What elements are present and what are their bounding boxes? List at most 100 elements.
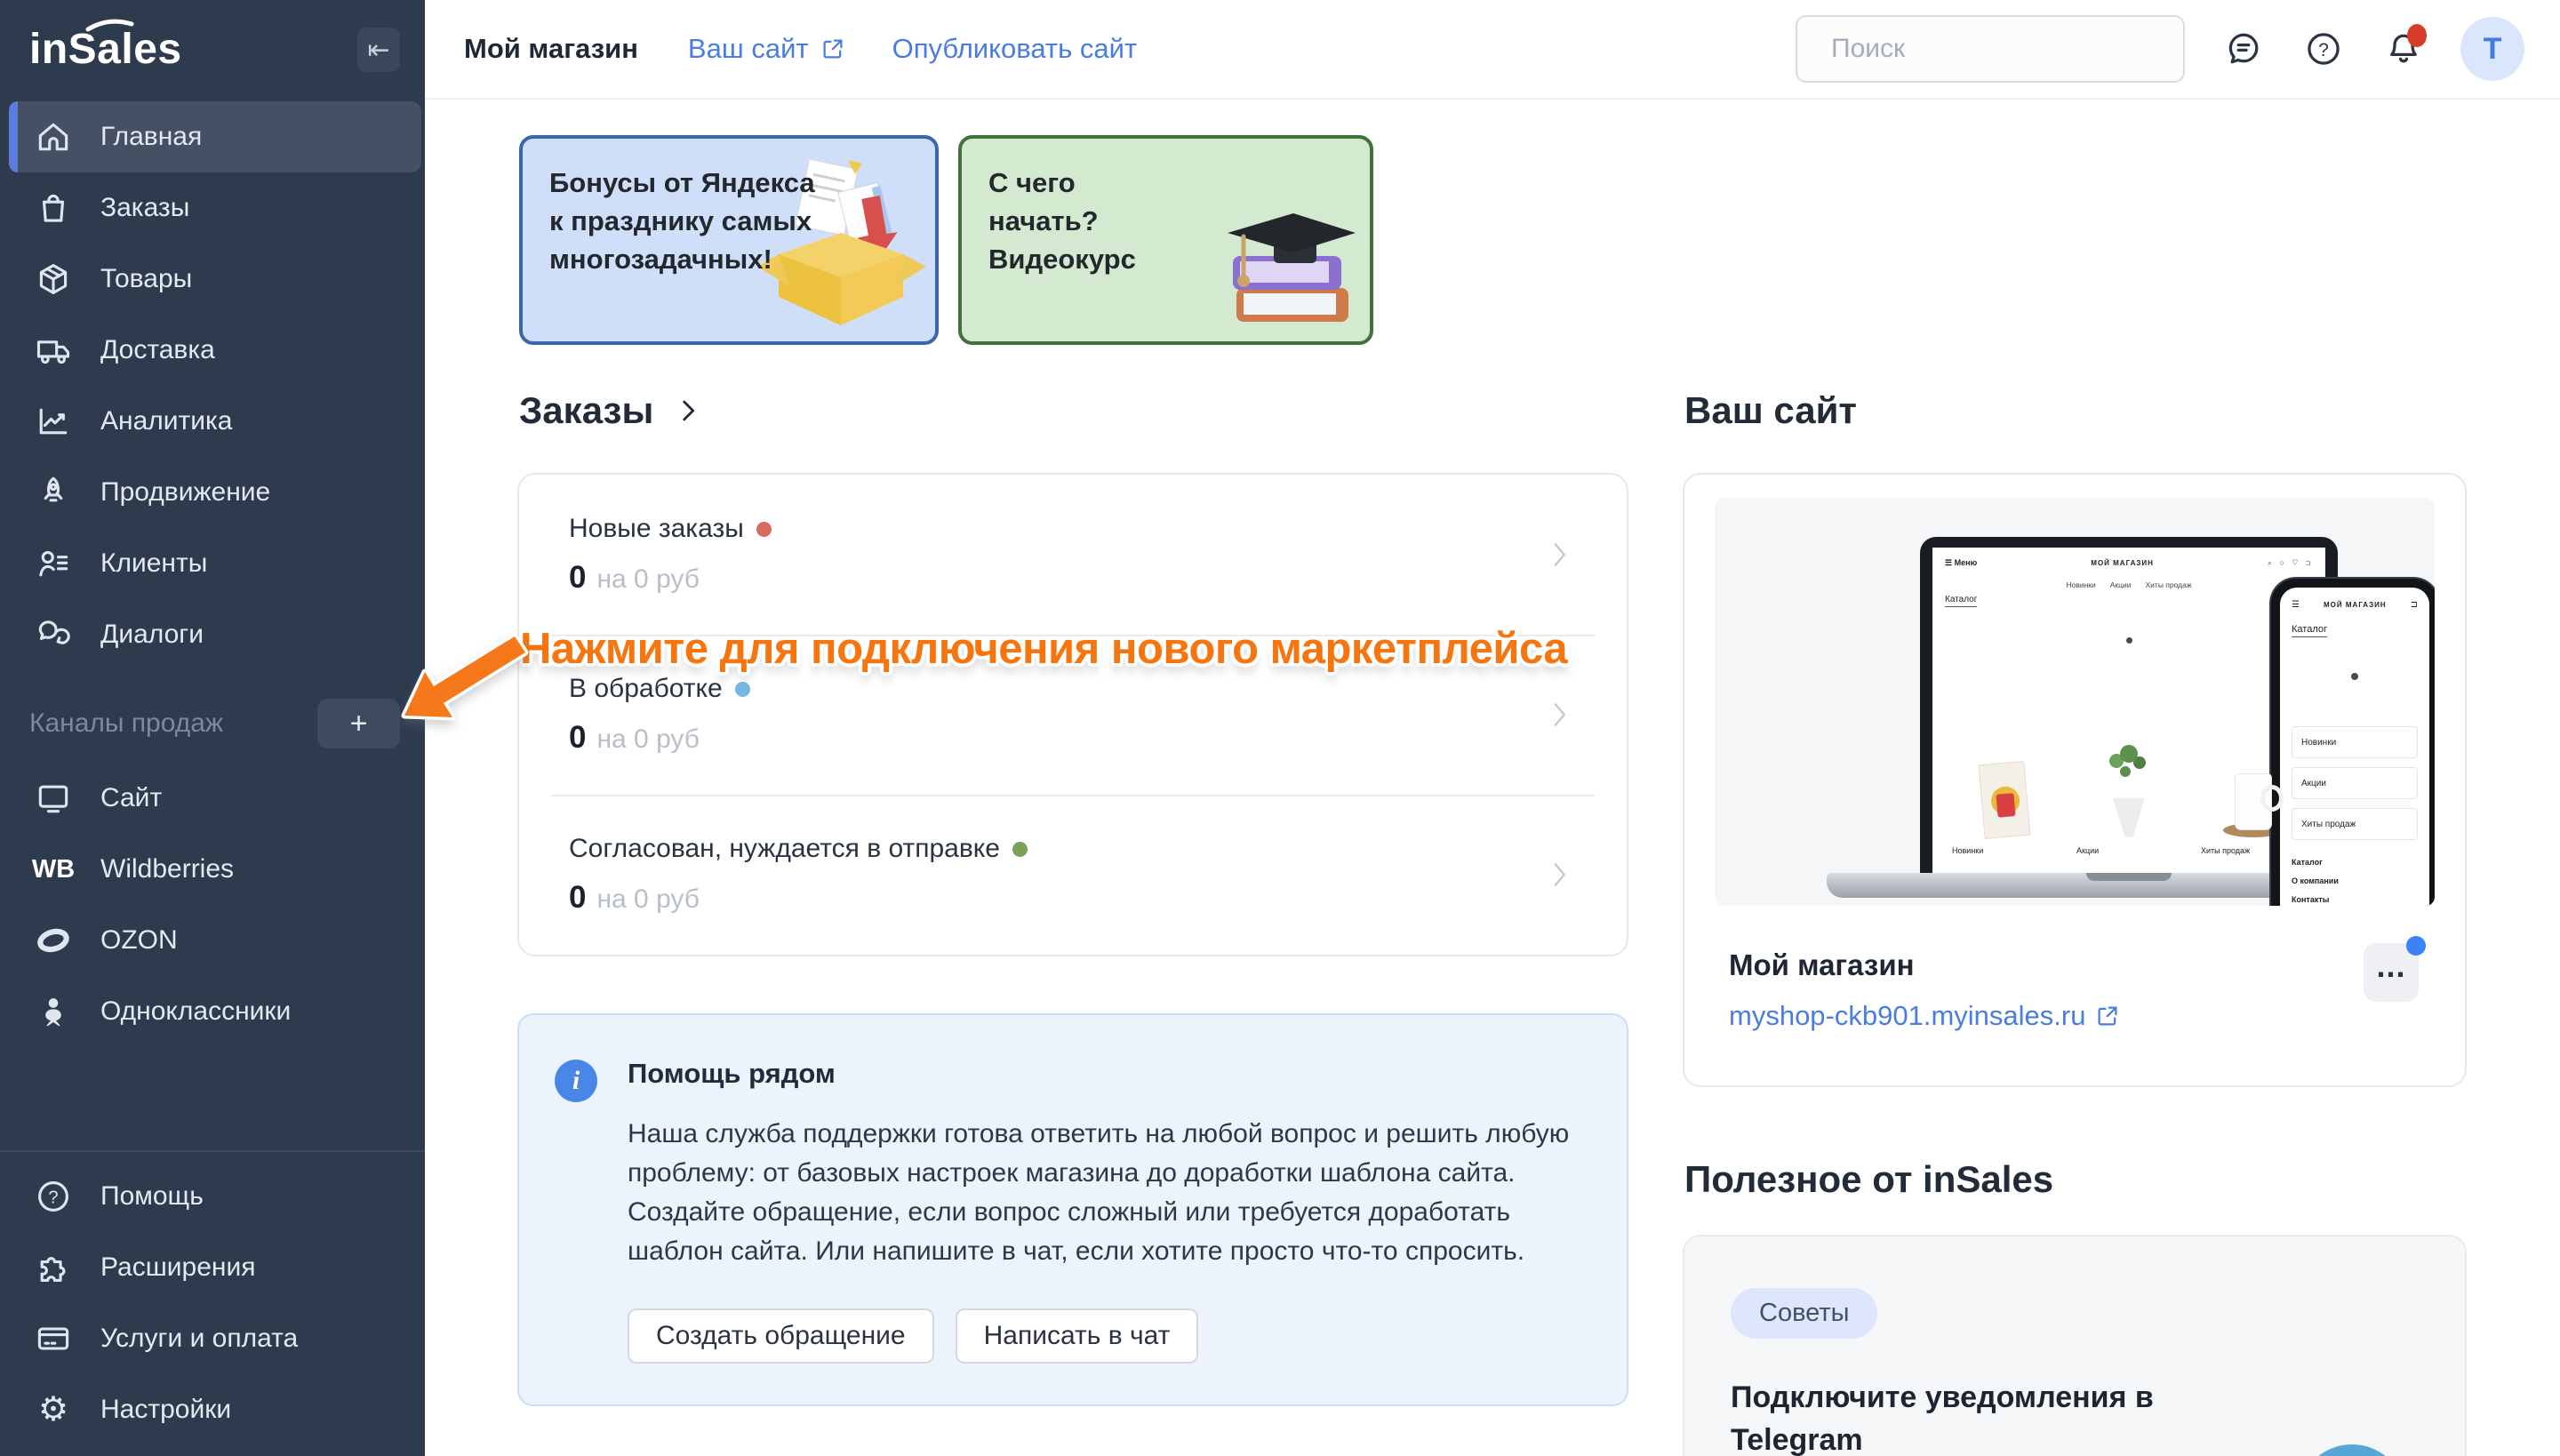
mockup-menu-label: ☰ Меню xyxy=(1945,558,1977,568)
sidebar-item-delivery[interactable]: Доставка xyxy=(0,315,425,386)
sidebar-item-label: Настройки xyxy=(100,1395,231,1425)
mockup-catalog-link: Каталог xyxy=(1945,595,1977,607)
mockup-products: Новинки Акции Хиты продаж xyxy=(1945,748,2313,855)
orders-section: Заказы Новые заказы 0на 0 руб В обработк… xyxy=(517,389,1628,1406)
chat-bubble-icon xyxy=(2223,28,2264,69)
order-status-label: В обработке xyxy=(569,674,723,704)
notifications-button[interactable] xyxy=(2382,28,2425,70)
collapse-arrow-icon: ⇤ xyxy=(367,35,389,66)
site-more-button[interactable]: ... xyxy=(2364,943,2419,1002)
help-button[interactable]: ? xyxy=(2302,28,2345,70)
topbar: Мой магазин Ваш сайт Опубликовать сайт ? xyxy=(425,0,2560,100)
sidebar-item-label: Товары xyxy=(100,264,192,294)
chart-icon xyxy=(33,401,74,442)
odnoklassniki-icon xyxy=(33,991,74,1032)
sidebar-item-site[interactable]: Сайт xyxy=(0,763,425,834)
sidebar-item-extensions[interactable]: Расширения xyxy=(0,1232,425,1303)
banner-yandex-bonus[interactable]: Бонусы от Яндекса к празднику самых мног… xyxy=(519,135,939,345)
sidebar-item-ozon[interactable]: OZON xyxy=(0,905,425,976)
sidebar-item-settings[interactable]: ⚙ Настройки xyxy=(0,1374,425,1445)
annotation-arrow-icon xyxy=(382,622,542,747)
sidebar-item-home[interactable]: Главная xyxy=(9,101,421,172)
sidebar-item-dialogs[interactable]: Диалоги xyxy=(0,599,425,670)
sidebar-item-odnoklassniki[interactable]: Одноклассники xyxy=(0,976,425,1047)
sidebar-item-promotion[interactable]: Продвижение xyxy=(0,457,425,528)
mockup-store-name: МОЙ МАГАЗИН xyxy=(2091,559,2154,567)
order-info: В обработке 0на 0 руб xyxy=(569,674,750,756)
site-url-link[interactable]: myshop-ckb901.myinsales.ru xyxy=(1729,1000,2420,1032)
sidebar-item-analytics[interactable]: Аналитика xyxy=(0,386,425,457)
chevron-right-icon xyxy=(1541,697,1577,732)
your-site-title: Ваш сайт xyxy=(1684,389,1857,432)
question-circle-icon: ? xyxy=(2303,28,2344,69)
chevron-right-icon xyxy=(1541,537,1577,572)
sidebar-item-services[interactable]: Услуги и оплата xyxy=(0,1303,425,1374)
sidebar-item-label: Расширения xyxy=(100,1252,255,1283)
banner-title: С чего начать? Видеокурс xyxy=(988,164,1184,278)
order-row-approved[interactable]: Согласован, нуждается в отправке 0на 0 р… xyxy=(519,795,1627,955)
sidebar-item-label: Диалоги xyxy=(100,620,204,650)
mockup-header-icons: ⌕ ○ ♡ ⊐ xyxy=(2268,558,2313,568)
sidebar-item-orders[interactable]: Заказы xyxy=(0,172,425,244)
order-count: 0 xyxy=(569,560,586,595)
publish-site-link[interactable]: Опубликовать сайт xyxy=(892,33,1138,65)
search-input[interactable] xyxy=(1831,34,2174,64)
publish-site-label: Опубликовать сайт xyxy=(892,33,1138,65)
support-content: Помощь рядом Наша служба поддержки готов… xyxy=(628,1058,1577,1364)
order-count: 0 xyxy=(569,880,586,915)
right-column: Ваш сайт ☰ Меню МОЙ МАГАЗИН ⌕ ○ ♡ ⊐ Нови… xyxy=(1683,389,2467,1456)
orders-card: Новые заказы 0на 0 руб В обработке 0на 0… xyxy=(517,473,1628,956)
support-title: Помощь рядом xyxy=(628,1058,1577,1090)
orders-header[interactable]: Заказы xyxy=(519,389,1628,432)
gear-icon: ⚙ xyxy=(33,1389,74,1430)
tips-card[interactable]: Советы Подключите уведомления в Telegram… xyxy=(1683,1235,2467,1456)
svg-text:?: ? xyxy=(2318,40,2329,60)
channel-list: Сайт WB Wildberries OZON Одноклассники xyxy=(0,763,425,1047)
order-status-label: Согласован, нуждается в отправке xyxy=(569,834,1000,864)
external-link-icon xyxy=(820,36,846,62)
monitor-icon xyxy=(33,778,74,819)
feedback-chat-button[interactable] xyxy=(2222,28,2265,70)
write-chat-button[interactable]: Написать в чат xyxy=(956,1308,1199,1364)
sidebar-item-help[interactable]: ? Помощь xyxy=(0,1161,425,1232)
sidebar-collapse-button[interactable]: ⇤ xyxy=(357,28,400,72)
site-notification-dot xyxy=(2406,936,2426,956)
your-site-link[interactable]: Ваш сайт xyxy=(688,33,846,65)
avatar-initial: T xyxy=(2484,32,2502,67)
sidebar-item-clients[interactable]: Клиенты xyxy=(0,528,425,599)
search-box[interactable] xyxy=(1796,15,2185,83)
your-site-label: Ваш сайт xyxy=(688,33,809,65)
truck-icon xyxy=(33,330,74,371)
site-store-name: Мой магазин xyxy=(1729,948,2420,982)
mockup-nav: НовинкиАкцииХиты продаж xyxy=(1945,580,2313,589)
create-ticket-button[interactable]: Создать обращение xyxy=(628,1308,934,1364)
sidebar-item-wildberries[interactable]: WB Wildberries xyxy=(0,834,425,905)
mockup-footer-links: Каталог О компании Контакты Доставка xyxy=(2292,858,2418,906)
sidebar-item-label: Доставка xyxy=(100,335,215,365)
order-amount: на 0 руб xyxy=(596,564,699,594)
sidebar-item-label: Клиенты xyxy=(100,548,207,579)
order-info: Согласован, нуждается в отправке 0на 0 р… xyxy=(569,834,1028,916)
support-info-box: i Помощь рядом Наша служба поддержки гот… xyxy=(517,1013,1628,1406)
status-dot-red xyxy=(756,522,772,537)
main-area: Мой магазин Ваш сайт Опубликовать сайт ? xyxy=(425,0,2560,1456)
banner-video-course[interactable]: С чего начать? Видеокурс xyxy=(958,135,1373,345)
site-url: myshop-ckb901.myinsales.ru xyxy=(1729,1000,2085,1032)
sidebar-divider xyxy=(0,1150,425,1152)
banner-title: Бонусы от Яндекса к празднику самых мног… xyxy=(549,164,816,278)
chevron-right-icon xyxy=(673,396,703,426)
sidebar: inSales ⇤ Главная Заказы Товары Доставка xyxy=(0,0,425,1456)
sidebar-item-products[interactable]: Товары xyxy=(0,244,425,315)
support-actions: Создать обращение Написать в чат xyxy=(628,1308,1577,1364)
chevron-right-icon xyxy=(1541,857,1577,892)
mockup-slider-dot xyxy=(2126,637,2132,644)
notification-badge xyxy=(2407,24,2427,47)
shopping-bag-icon xyxy=(33,188,74,228)
insales-logo: inSales xyxy=(29,25,182,74)
sidebar-item-label: Wildberries xyxy=(100,854,234,884)
order-info: Новые заказы 0на 0 руб xyxy=(569,514,772,596)
order-row-new[interactable]: Новые заказы 0на 0 руб xyxy=(519,475,1627,635)
help-circle-icon: ? xyxy=(33,1176,74,1217)
sidebar-nav: Главная Заказы Товары Доставка Аналитика… xyxy=(0,101,425,670)
avatar[interactable]: T xyxy=(2460,17,2524,81)
